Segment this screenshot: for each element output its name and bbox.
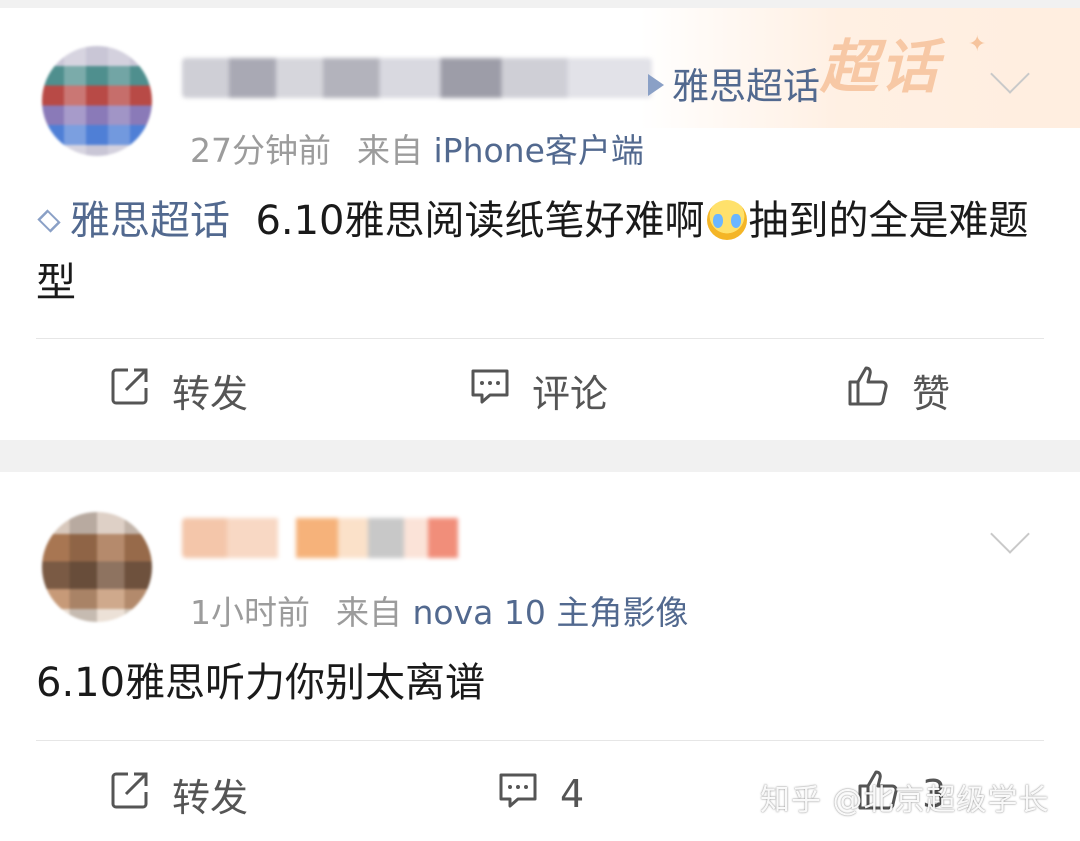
topic-tag-label: 雅思超话 [672, 65, 820, 108]
from-label: 来自 [336, 593, 402, 632]
like-button[interactable]: 赞 [846, 350, 950, 430]
post-text-part1: 6.10雅思阅读纸笔好难啊 [255, 198, 705, 244]
comment-icon [468, 364, 512, 417]
repost-icon [108, 364, 152, 417]
divider [36, 740, 1044, 741]
inline-topic-label: 雅思超话 [70, 198, 230, 244]
repost-icon [108, 768, 152, 821]
divider [36, 338, 1044, 339]
comment-icon [496, 768, 540, 821]
topic-tag-link[interactable]: 雅思超话 [648, 56, 820, 110]
sparkle-icon: ✦ [968, 32, 987, 57]
triangle-right-icon [648, 74, 664, 96]
super-topic-banner: 超话 [820, 33, 941, 101]
from-label: 来自 [357, 131, 423, 170]
repost-button[interactable]: 转发 [108, 350, 248, 430]
post-source[interactable]: nova 10 主角影像 [413, 593, 689, 632]
comment-button[interactable]: 4 [496, 754, 584, 834]
post-source[interactable]: iPhone客户端 [434, 131, 644, 170]
repost-label: 转发 [172, 775, 249, 820]
thumbs-up-icon [846, 363, 892, 418]
action-bar: 转发 评论 赞 [0, 350, 1080, 430]
repost-label: 转发 [172, 371, 249, 416]
comment-button[interactable]: 评论 [468, 350, 608, 430]
comment-count: 4 [560, 772, 585, 816]
avatar[interactable] [42, 46, 152, 156]
post-content: 6.10雅思听力你别太离谱 [36, 660, 486, 706]
like-label: 赞 [912, 371, 951, 416]
post-meta: 27分钟前 来自 iPhone客户端 [190, 124, 644, 172]
post-time: 27分钟前 [190, 131, 331, 170]
post-time: 1小时前 [190, 593, 310, 632]
username-blurred[interactable] [182, 58, 652, 98]
inline-topic-link[interactable]: 雅思超话 [36, 198, 230, 244]
watermark: 知乎 @北京超级学长 [760, 783, 1050, 818]
username-blurred[interactable] [182, 518, 482, 558]
diamond-icon [37, 209, 61, 233]
chevron-down-icon[interactable] [990, 514, 1030, 554]
crying-face-icon [706, 200, 747, 240]
post-meta: 1小时前 来自 nova 10 主角影像 [190, 586, 688, 634]
post-card: 超话 ✦ 雅思超话 27分钟前 来自 iPhone客户端 雅思超话 6.10雅思阅… [0, 8, 1080, 440]
repost-button[interactable]: 转发 [108, 754, 248, 834]
comment-label: 评论 [532, 371, 609, 416]
avatar[interactable] [42, 512, 152, 622]
post-content: 雅思超话 6.10雅思阅读纸笔好难啊 抽到的全是难题型 [36, 190, 1046, 314]
